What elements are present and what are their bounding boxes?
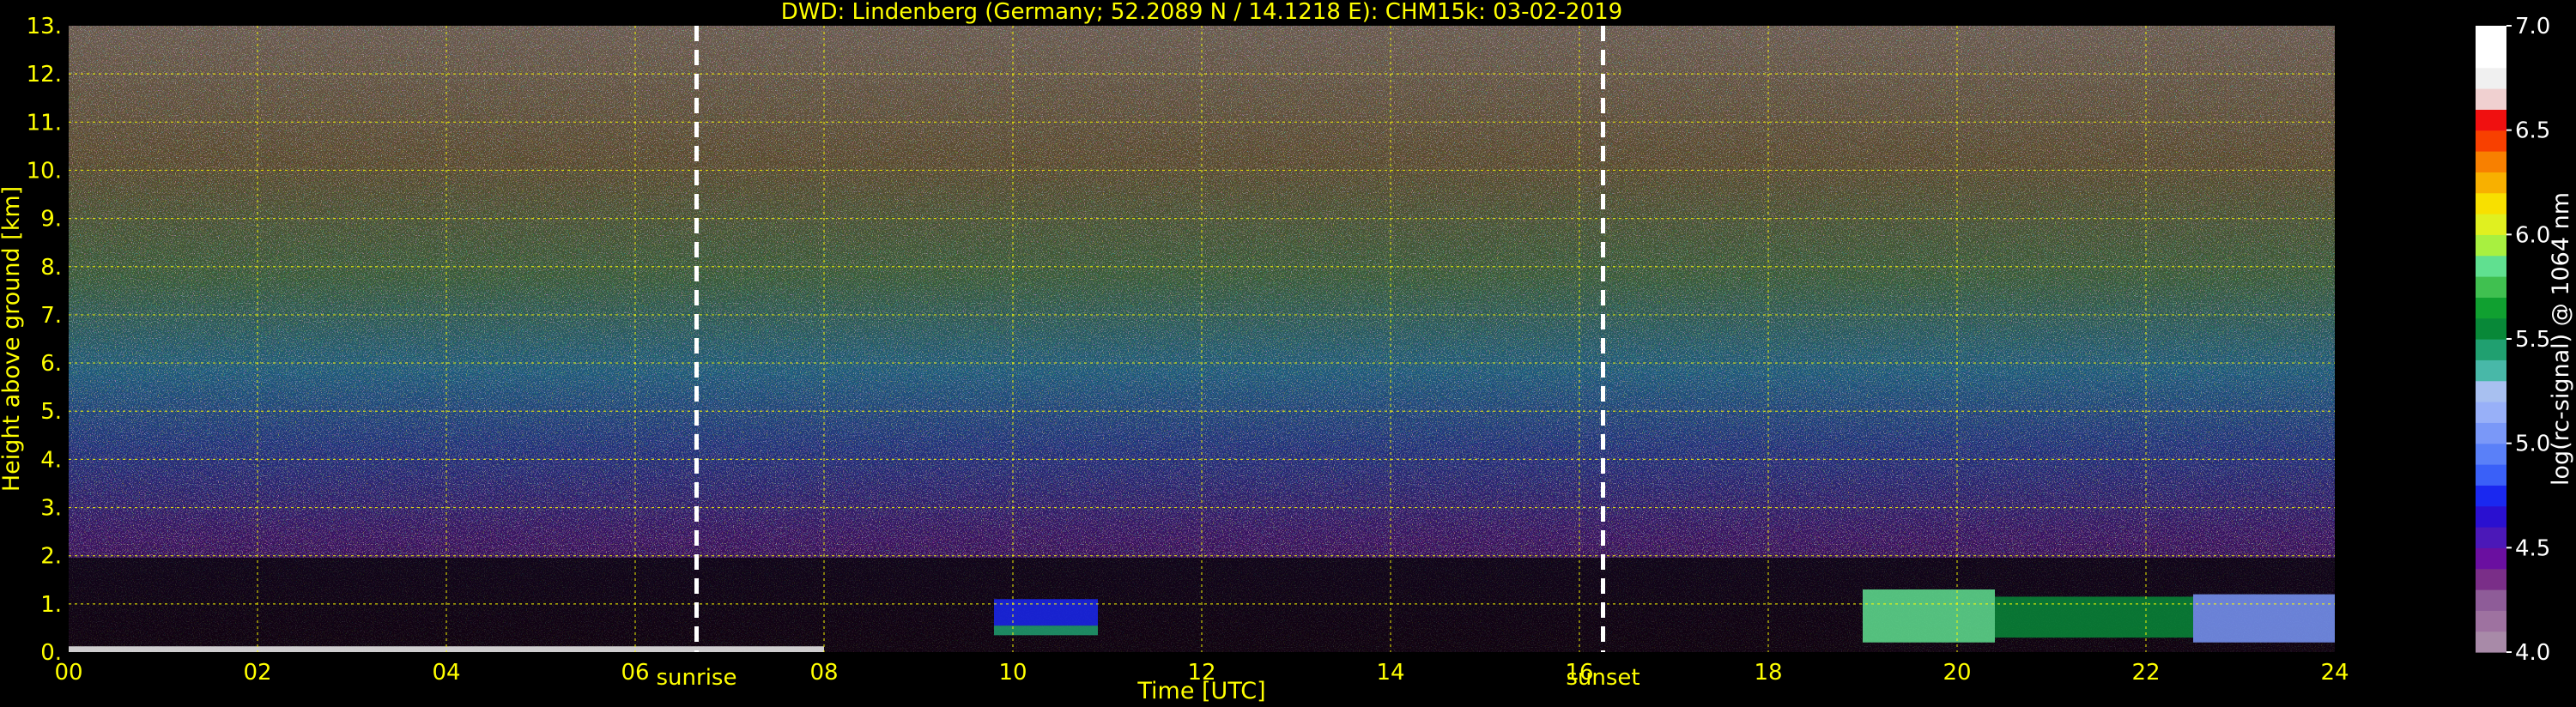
x-tick-label: 18 <box>1754 660 1782 686</box>
colorbar-tick-label: 7.0 <box>2515 14 2550 39</box>
colorbar-segment <box>2476 67 2506 89</box>
colorbar-segment <box>2476 589 2506 611</box>
colorbar-segment <box>2476 192 2506 215</box>
colorbar-segment <box>2476 568 2506 590</box>
x-tick-label: 02 <box>243 660 271 686</box>
marker-label-sunrise: sunrise <box>657 665 737 691</box>
colorbar-segment <box>2476 485 2506 507</box>
x-axis-label: Time [UTC] <box>1136 678 1265 704</box>
colorbar-tick-label: 4.5 <box>2515 535 2550 561</box>
colorbar-ticks: 4.0 4.5 5.0 5.5 6.0 6.5 7.0 <box>2506 14 2550 666</box>
colorbar-segment <box>2476 130 2506 152</box>
colorbar-segment <box>2476 402 2506 423</box>
feature-1 <box>994 625 1098 636</box>
chart-title: DWD: Lindenberg (Germany; 52.2089 N / 14… <box>781 0 1622 25</box>
y-tick-label: 6. <box>40 351 62 377</box>
colorbar-segment <box>2476 255 2506 277</box>
x-tick-label: 16 <box>1565 660 1593 686</box>
colorbar-segment <box>2476 151 2506 172</box>
colorbar-segment <box>2476 109 2506 131</box>
colorbar-tick-label: 5.5 <box>2515 327 2550 353</box>
colorbar-segment <box>2476 505 2506 528</box>
y-tick-label: 8. <box>40 255 62 281</box>
colorbar-tick-label: 4.0 <box>2515 640 2550 666</box>
y-tick-labels: 0. 1. 2. 3. 4. 5. 6. 7. 8. 9. 10. 11. 12. 13. <box>27 14 62 666</box>
x-tick-label: 22 <box>2131 660 2160 686</box>
colorbar-segment <box>2476 297 2506 319</box>
x-tick-label: 04 <box>432 660 460 686</box>
colorbar-segment <box>2476 527 2506 548</box>
colorbar-label: log(rc-signal) @ 1064 nm <box>2548 192 2574 486</box>
y-tick-label: 9. <box>40 207 62 233</box>
y-tick-label: 11. <box>27 110 62 136</box>
feature-4 <box>1995 596 2193 638</box>
colorbar-segment <box>2476 46 2506 69</box>
colorbar-segment <box>2476 422 2506 444</box>
colorbar-tick-label: 6.5 <box>2515 118 2550 144</box>
feature-3 <box>1863 589 1995 643</box>
colorbar-segment <box>2476 547 2506 570</box>
colorbar-segment <box>2476 339 2506 360</box>
y-tick-label: 13. <box>27 14 62 39</box>
colorbar-segment <box>2476 443 2506 465</box>
y-tick-label: 1. <box>40 592 62 618</box>
y-tick-label: 10. <box>27 158 62 184</box>
colorbar-segment <box>2476 317 2506 340</box>
y-tick-label: 2. <box>40 544 62 570</box>
colorbar-segment <box>2476 360 2506 382</box>
colorbar-tick-label: 5.0 <box>2515 432 2550 457</box>
feature-2 <box>994 599 1098 626</box>
colorbar-segment <box>2476 172 2506 194</box>
colorbar-segment <box>2476 380 2506 402</box>
x-tick-label: 06 <box>621 660 649 686</box>
y-tick-label: 5. <box>40 399 62 425</box>
colorbar-tick-label: 6.0 <box>2515 222 2550 248</box>
colorbar-segment <box>2476 234 2506 257</box>
colorbar <box>2476 26 2506 653</box>
y-tick-label: 7. <box>40 303 62 329</box>
colorbar-segment <box>2476 214 2506 235</box>
x-tick-label: 08 <box>809 660 838 686</box>
colorbar-segment <box>2476 276 2506 298</box>
ceilometer-chart: sunrise sunset 00 02 04 06 08 10 12 14 16 18 20 22 24… <box>0 0 2574 704</box>
x-tick-label: 24 <box>2320 660 2349 686</box>
x-tick-label: 20 <box>1943 660 1971 686</box>
y-tick-label: 4. <box>40 447 62 473</box>
y-tick-label: 12. <box>27 62 62 88</box>
colorbar-segment <box>2476 631 2506 653</box>
colorbar-segment <box>2476 464 2506 486</box>
colorbar-segment <box>2476 26 2506 47</box>
colorbar-segment <box>2476 88 2506 110</box>
y-axis-label: Height above ground [km] <box>0 186 25 492</box>
x-tick-label: 10 <box>998 660 1027 686</box>
x-tick-label: 14 <box>1376 660 1404 686</box>
y-tick-label: 3. <box>40 496 62 522</box>
colorbar-segment <box>2476 610 2506 632</box>
feature-5 <box>2193 594 2335 643</box>
y-tick-label: 0. <box>40 640 62 666</box>
